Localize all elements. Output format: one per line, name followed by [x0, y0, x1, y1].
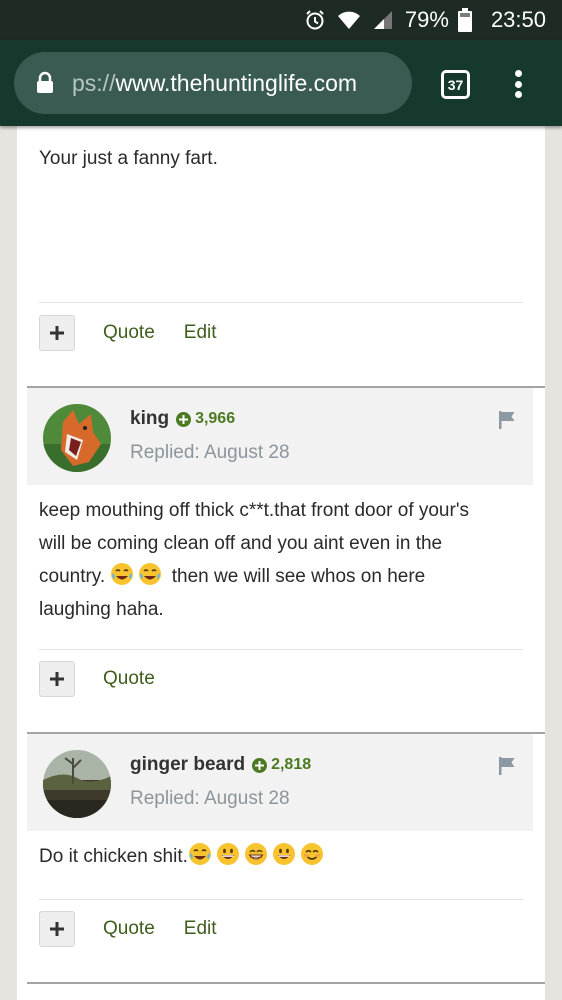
quote-link[interactable]: Quote [103, 918, 155, 940]
reputation-badge: 2,818 [252, 756, 311, 774]
post-body: Your just a fanny fart. [39, 148, 218, 169]
post-separator [27, 982, 545, 984]
reputation-plus-button[interactable] [39, 661, 75, 697]
reputation-badge: 3,966 [176, 410, 235, 428]
post-header: king 3,966 Replied: August 28 [27, 388, 533, 485]
post-body: Do it chicken shit. [39, 840, 519, 873]
address-bar[interactable]: ps://www.thehuntinglife.com [14, 52, 412, 114]
smiling-face-emoji [300, 843, 323, 865]
author-name[interactable]: ginger beard [130, 754, 245, 776]
reputation-count: 2,818 [271, 756, 312, 773]
edit-link[interactable]: Edit [184, 322, 217, 344]
post-divider [39, 302, 523, 303]
avatar[interactable] [43, 750, 111, 818]
post-date: Replied: August 28 [130, 788, 290, 809]
author-line: king 3,966 [130, 408, 235, 430]
reputation-plus-button[interactable] [39, 911, 75, 947]
quote-link[interactable]: Quote [103, 322, 155, 344]
author-name[interactable]: king [130, 408, 169, 430]
forum-thread: Your just a fanny fart. Quote Edit king [17, 126, 545, 1000]
overflow-menu-icon[interactable] [508, 66, 528, 102]
avatar[interactable] [43, 404, 111, 472]
lock-icon [36, 71, 56, 95]
grinning-face-emoji [216, 843, 239, 865]
tab-switcher-button[interactable]: 37 [441, 70, 470, 99]
browser-toolbar: ps://www.thehuntinglife.com 37 [0, 40, 562, 126]
url-scheme: ps:// [72, 69, 116, 96]
tears-of-joy-emoji [188, 843, 211, 865]
reputation-count: 3,966 [195, 410, 236, 427]
post-body-text: country. [39, 566, 106, 587]
post-body-text: Do it chicken shit. [39, 846, 188, 867]
quote-link[interactable]: Quote [103, 668, 155, 690]
post-body-text: then we will see whos on here [171, 566, 426, 587]
flag-icon[interactable] [497, 756, 517, 776]
post-date: Replied: August 28 [130, 442, 290, 463]
tab-count: 37 [447, 76, 464, 93]
flag-icon[interactable] [497, 410, 517, 430]
reputation-plus-icon [252, 757, 268, 773]
post-actions: Quote Edit [39, 315, 246, 351]
edit-link[interactable]: Edit [184, 918, 217, 940]
grinning-face-emoji [272, 843, 295, 865]
post-body-line: laughing haha. [39, 599, 164, 620]
post-actions: Quote Edit [39, 911, 246, 947]
tears-of-joy-emoji [111, 563, 134, 585]
clock: 23:50 [490, 7, 546, 32]
alarm-icon [303, 8, 327, 32]
post-divider [39, 649, 523, 650]
plus-icon [50, 922, 64, 936]
post-body-line: keep mouthing off thick c**t.that front … [39, 500, 469, 521]
post-body: keep mouthing off thick c**t.that front … [39, 494, 519, 626]
reputation-plus-icon [176, 411, 192, 427]
post-body-line: country. then we will see whos on here [39, 560, 519, 593]
status-bar: 79% 23:50 [0, 0, 562, 40]
post-header: ginger beard 2,818 Replied: August 28 [27, 734, 533, 831]
author-line: ginger beard 2,818 [130, 754, 311, 776]
beaming-face-emoji [244, 843, 267, 865]
post-actions: Quote [39, 661, 184, 697]
plus-icon [50, 672, 64, 686]
post-body-line: will be coming clean off and you aint ev… [39, 533, 443, 554]
wifi-icon [337, 8, 361, 32]
battery-percent: 79% [404, 7, 449, 32]
tears-of-joy-emoji [139, 563, 162, 585]
post-divider [39, 899, 523, 900]
signal-icon [371, 8, 395, 32]
plus-icon [50, 326, 64, 340]
url-host: www.thehuntinglife.com [115, 69, 358, 96]
battery-icon [453, 8, 477, 32]
reputation-plus-button[interactable] [39, 315, 75, 351]
